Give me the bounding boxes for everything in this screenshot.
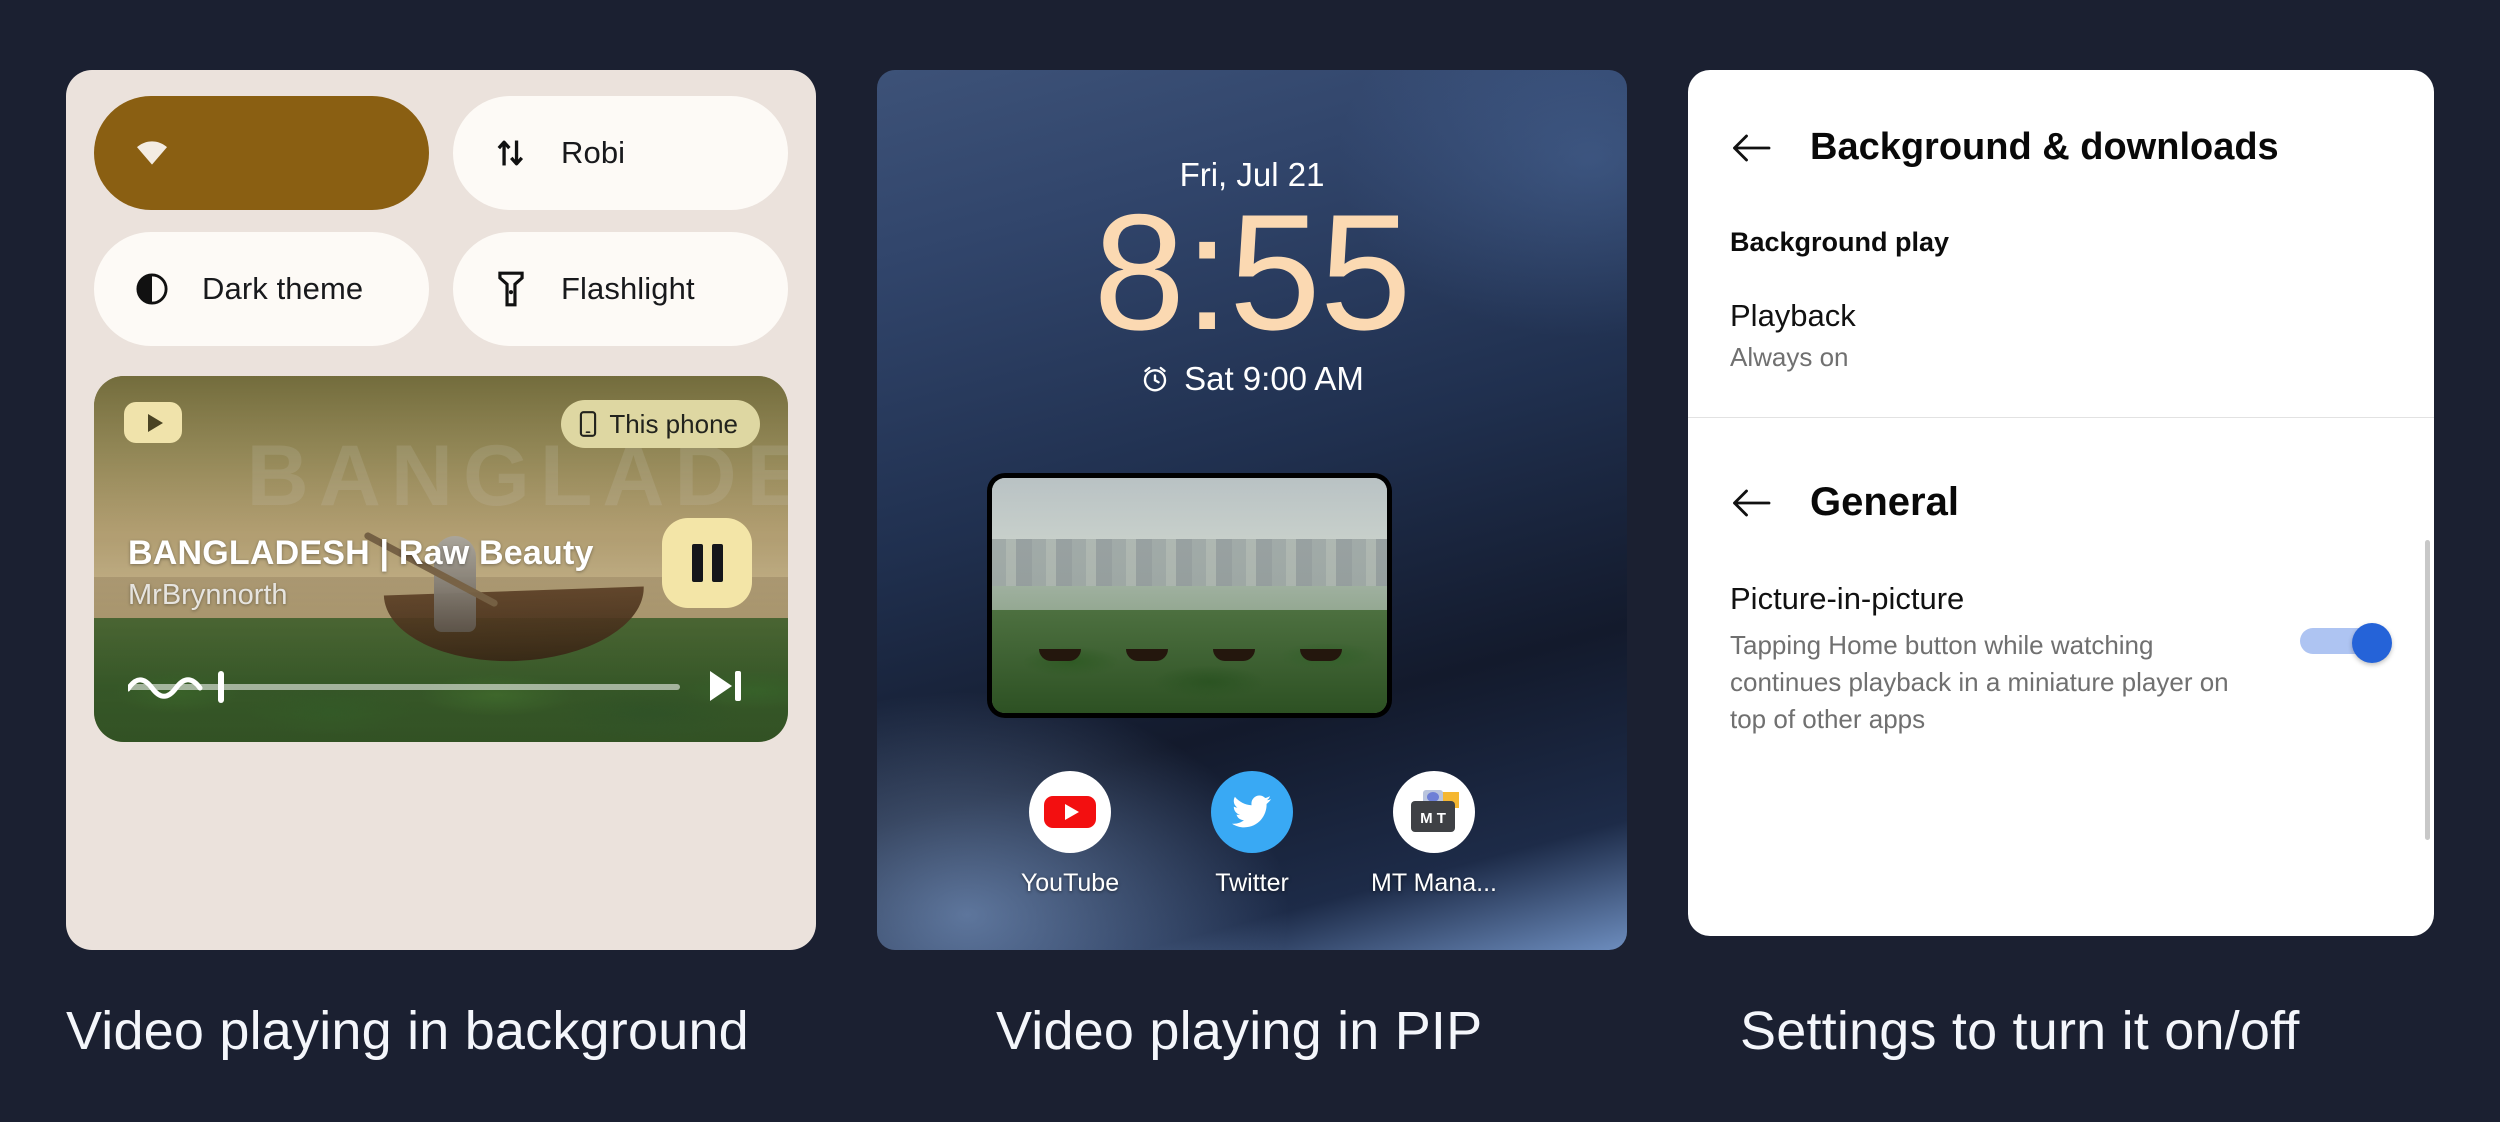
- tile-label-flashlight: Flashlight: [561, 271, 695, 306]
- flashlight-icon: [491, 269, 531, 309]
- twitter-icon: [1211, 771, 1293, 853]
- quick-settings-panel: Robi Dark theme Flashlight This phone BA…: [66, 70, 816, 950]
- output-device-chip[interactable]: This phone: [561, 400, 760, 448]
- wifi-icon: [132, 133, 172, 173]
- toggle-knob: [2352, 623, 2392, 663]
- youtube-icon: [1029, 771, 1111, 853]
- app-label-twitter: Twitter: [1215, 869, 1289, 897]
- alarm-row: Sat 9:00 AM: [877, 360, 1627, 398]
- back-arrow-icon[interactable]: [1730, 487, 1772, 519]
- settings-title-general: General: [1810, 480, 1959, 524]
- mt-manager-icon: M T: [1393, 771, 1475, 853]
- settings-header-general: General: [1688, 418, 2434, 525]
- alarm-icon: [1140, 364, 1170, 394]
- lock-screen-panel: Fri, Jul 21 8:55 Sat 9:00 AM YouTube Twi…: [877, 70, 1627, 950]
- section-label-background-play: Background play: [1730, 227, 1950, 257]
- output-device-label: This phone: [609, 408, 738, 439]
- settings-item-playback[interactable]: Playback Always on: [1688, 258, 2434, 373]
- media-player-card[interactable]: BANGLADESH This phone BANGLADESH | Raw B…: [94, 376, 788, 742]
- app-label-mt-manager: MT Mana...: [1371, 869, 1497, 897]
- mobile-data-icon: [491, 133, 531, 173]
- settings-item-subtitle: Always on: [1730, 342, 1849, 372]
- settings-item-picture-in-picture[interactable]: Picture-in-picture Tapping Home button w…: [1688, 525, 2434, 738]
- settings-title: Background & downloads: [1810, 126, 2279, 168]
- dark-theme-icon: [132, 269, 172, 309]
- back-arrow-icon[interactable]: [1730, 132, 1772, 164]
- pip-item-title: Picture-in-picture: [1730, 581, 1965, 616]
- media-artist: MrBrynnorth: [128, 579, 288, 611]
- pip-text-block: Picture-in-picture Tapping Home button w…: [1730, 581, 2280, 738]
- tile-dark-theme[interactable]: Dark theme: [94, 232, 429, 346]
- phone-icon: [579, 411, 597, 437]
- pip-video-frame: [992, 478, 1387, 713]
- tile-mobile-data[interactable]: Robi: [453, 96, 788, 210]
- settings-header-background-downloads: Background & downloads: [1688, 70, 2434, 169]
- settings-panel: Background & downloads Background play P…: [1688, 70, 2434, 936]
- picture-in-picture-window[interactable]: [987, 473, 1392, 718]
- pause-button[interactable]: [662, 518, 752, 608]
- tile-label-mobile-data: Robi: [561, 135, 626, 170]
- pip-toggle-switch[interactable]: [2300, 623, 2392, 663]
- tile-wifi[interactable]: [94, 96, 429, 210]
- seek-wave-icon: [128, 677, 203, 699]
- app-dock: YouTube Twitter M T MT Mana...: [877, 771, 1627, 898]
- settings-scrollbar[interactable]: [2425, 540, 2430, 840]
- svg-text:M T: M T: [1420, 810, 1446, 827]
- tile-flashlight[interactable]: Flashlight: [453, 232, 788, 346]
- alarm-text: Sat 9:00 AM: [1184, 360, 1364, 397]
- caption-settings: Settings to turn it on/off: [1740, 1001, 2300, 1061]
- screenshot-root: Robi Dark theme Flashlight This phone BA…: [0, 0, 2500, 1122]
- seek-bar[interactable]: [128, 671, 680, 703]
- next-track-icon[interactable]: [710, 666, 750, 706]
- caption-pip: Video playing in PIP: [996, 1001, 1483, 1061]
- pip-item-subtitle: Tapping Home button while watching conti…: [1730, 630, 2229, 734]
- app-twitter[interactable]: Twitter: [1190, 771, 1314, 898]
- tile-label-dark-theme: Dark theme: [202, 271, 364, 306]
- app-youtube[interactable]: YouTube: [1008, 771, 1132, 898]
- app-label-youtube: YouTube: [1020, 869, 1120, 897]
- settings-item-title: Playback: [1730, 298, 1856, 333]
- lock-clock: 8:55: [1093, 180, 1411, 364]
- seek-thumb[interactable]: [218, 671, 224, 703]
- quick-settings-tile-grid: Robi Dark theme Flashlight: [66, 70, 816, 346]
- media-title: BANGLADESH | Raw Beauty: [128, 534, 594, 572]
- youtube-icon: [124, 402, 182, 443]
- caption-background-play: Video playing in background: [66, 1001, 749, 1061]
- app-mt-manager[interactable]: M T MT Mana...: [1371, 771, 1497, 898]
